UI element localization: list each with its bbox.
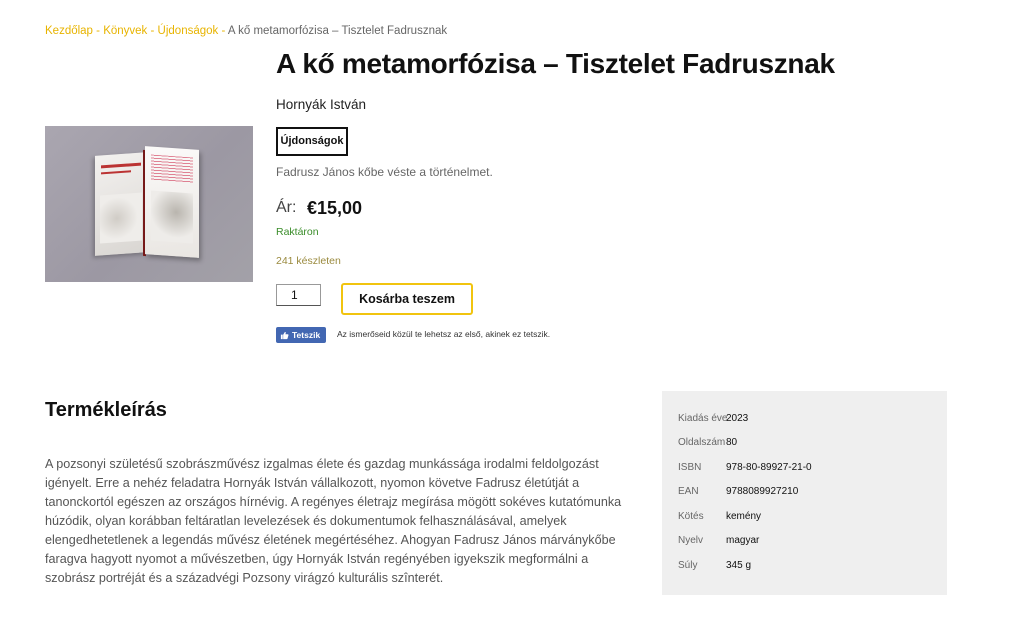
category-badge[interactable]: Újdonságok	[276, 127, 348, 156]
price-label: Ár:	[276, 199, 297, 216]
book-front-cover	[145, 146, 199, 258]
facebook-like-label: Tetszik	[292, 330, 321, 340]
specs-table: Kiadás éve2023 Oldalszám80 ISBN 978-80-89…	[662, 391, 947, 595]
spec-row-binding: Kötés kemény	[678, 511, 762, 522]
breadcrumb-current: A kő metamorfózisa – Tisztelet Fadruszna…	[227, 25, 448, 37]
spec-row-pages: Oldalszám80	[678, 437, 738, 448]
price-value: €15,00	[307, 198, 363, 218]
breadcrumb-separator: -	[147, 25, 158, 37]
quantity-input[interactable]	[276, 284, 321, 306]
product-title: A kő metamorfózisa – Tisztelet Fadruszna…	[276, 48, 835, 79]
product-author[interactable]: Hornyák István	[276, 97, 366, 112]
description-heading: Termékleírás	[45, 399, 167, 421]
spec-row-year: Kiadás éve2023	[678, 413, 749, 424]
product-image[interactable]	[45, 126, 253, 282]
breadcrumb: Kezdőlap - Könyvek - Újdonságok - A kő m…	[45, 25, 447, 37]
thumbs-up-icon	[280, 331, 289, 339]
breadcrumb-new-link[interactable]: Újdonságok	[158, 25, 219, 37]
book-back-cover	[95, 152, 147, 256]
breadcrumb-separator: -	[92, 25, 104, 37]
spec-row-weight: Súly 345 g	[678, 560, 752, 571]
facebook-like-button[interactable]: Tetszik	[276, 327, 327, 343]
spec-row-language: Nyelv magyar	[678, 535, 760, 546]
stock-count: 241 készleten	[276, 255, 341, 267]
description-text: A pozsonyi születésű szobrászművész izga…	[45, 457, 622, 585]
breadcrumb-separator: -	[218, 25, 228, 37]
facebook-like-text: Az ismerőseid közül te lehetsz az első, …	[337, 329, 551, 339]
spec-row-isbn: ISBN 978-80-89927-21-0	[678, 462, 812, 473]
add-to-cart-button[interactable]: Kosárba teszem	[341, 283, 473, 315]
breadcrumb-books-link[interactable]: Könyvek	[103, 25, 147, 37]
spec-row-ean: EAN 9788089927210	[678, 486, 799, 497]
stock-status: Raktáron	[276, 226, 319, 238]
breadcrumb-home-link[interactable]: Kezdőlap	[45, 25, 93, 37]
short-description: Fadrusz János kőbe véste a történelmet.	[276, 165, 493, 179]
